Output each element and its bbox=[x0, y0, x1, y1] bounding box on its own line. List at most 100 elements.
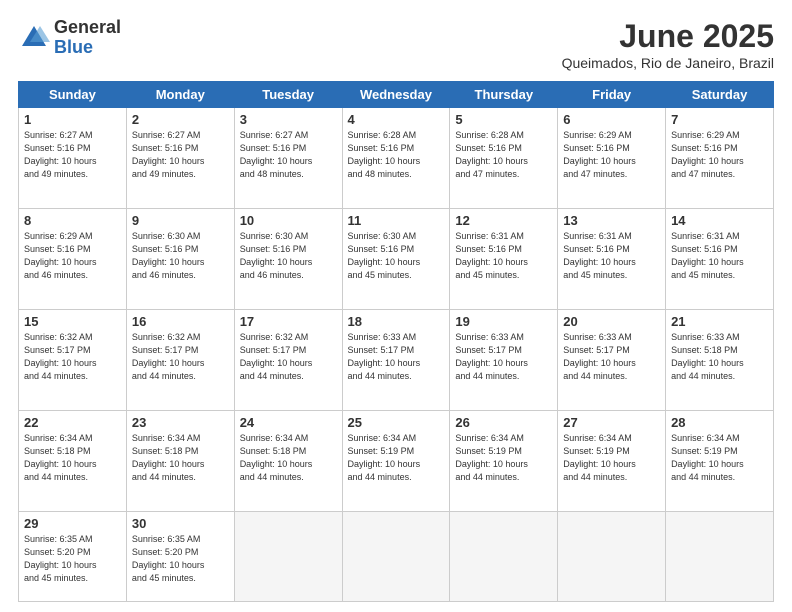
table-row: 4Sunrise: 6:28 AMSunset: 5:16 PMDaylight… bbox=[342, 108, 450, 209]
table-row: 6Sunrise: 6:29 AMSunset: 5:16 PMDaylight… bbox=[558, 108, 666, 209]
days-of-week-row: Sunday Monday Tuesday Wednesday Thursday… bbox=[19, 82, 774, 108]
day-info: Sunrise: 6:30 AMSunset: 5:16 PMDaylight:… bbox=[348, 231, 421, 280]
day-info: Sunrise: 6:31 AMSunset: 5:16 PMDaylight:… bbox=[563, 231, 636, 280]
table-row: 9 Sunrise: 6:30 AMSunset: 5:16 PMDaylight… bbox=[126, 209, 234, 310]
day-info: Sunrise: 6:34 AMSunset: 5:18 PMDaylight:… bbox=[240, 433, 313, 482]
col-tuesday: Tuesday bbox=[234, 82, 342, 108]
day-info: Sunrise: 6:29 AMSunset: 5:16 PMDaylight:… bbox=[671, 130, 744, 179]
day-number: 24 bbox=[240, 415, 337, 430]
table-row: 25 Sunrise: 6:34 AMSunset: 5:19 PMDayligh… bbox=[342, 411, 450, 512]
col-friday: Friday bbox=[558, 82, 666, 108]
logo-general: General bbox=[54, 18, 121, 38]
day-info: Sunrise: 6:32 AMSunset: 5:17 PMDaylight:… bbox=[132, 332, 205, 381]
table-row bbox=[666, 512, 774, 602]
col-sunday: Sunday bbox=[19, 82, 127, 108]
day-number: 13 bbox=[563, 213, 660, 228]
day-info: Sunrise: 6:31 AMSunset: 5:16 PMDaylight:… bbox=[455, 231, 528, 280]
day-info: Sunrise: 6:34 AMSunset: 5:19 PMDaylight:… bbox=[671, 433, 744, 482]
day-number: 5 bbox=[455, 112, 552, 127]
day-info: Sunrise: 6:29 AMSunset: 5:16 PMDaylight:… bbox=[24, 231, 97, 280]
day-info: Sunrise: 6:32 AMSunset: 5:17 PMDaylight:… bbox=[240, 332, 313, 381]
table-row: 26 Sunrise: 6:34 AMSunset: 5:19 PMDayligh… bbox=[450, 411, 558, 512]
table-row: 28 Sunrise: 6:34 AMSunset: 5:19 PMDayligh… bbox=[666, 411, 774, 512]
day-number: 18 bbox=[348, 314, 445, 329]
table-row: 3Sunrise: 6:27 AMSunset: 5:16 PMDaylight… bbox=[234, 108, 342, 209]
day-number: 16 bbox=[132, 314, 229, 329]
day-number: 3 bbox=[240, 112, 337, 127]
day-number: 26 bbox=[455, 415, 552, 430]
table-row: 30Sunrise: 6:35 AMSunset: 5:20 PMDayligh… bbox=[126, 512, 234, 602]
col-saturday: Saturday bbox=[666, 82, 774, 108]
day-info: Sunrise: 6:34 AMSunset: 5:19 PMDaylight:… bbox=[348, 433, 421, 482]
table-row: 20Sunrise: 6:33 AMSunset: 5:17 PMDayligh… bbox=[558, 310, 666, 411]
table-row: 15 Sunrise: 6:32 AMSunset: 5:17 PMDayligh… bbox=[19, 310, 127, 411]
table-row: 24 Sunrise: 6:34 AMSunset: 5:18 PMDayligh… bbox=[234, 411, 342, 512]
table-row: 21 Sunrise: 6:33 AMSunset: 5:18 PMDayligh… bbox=[666, 310, 774, 411]
table-row bbox=[234, 512, 342, 602]
day-number: 7 bbox=[671, 112, 768, 127]
page: General Blue June 2025 Queimados, Rio de… bbox=[0, 0, 792, 612]
day-info: Sunrise: 6:28 AMSunset: 5:16 PMDaylight:… bbox=[455, 130, 528, 179]
table-row: 14Sunrise: 6:31 AMSunset: 5:16 PMDayligh… bbox=[666, 209, 774, 310]
day-number: 28 bbox=[671, 415, 768, 430]
day-number: 30 bbox=[132, 516, 229, 531]
day-info: Sunrise: 6:27 AMSunset: 5:16 PMDaylight:… bbox=[132, 130, 205, 179]
table-row: 2 Sunrise: 6:27 AMSunset: 5:16 PMDaylight… bbox=[126, 108, 234, 209]
day-number: 14 bbox=[671, 213, 768, 228]
day-number: 15 bbox=[24, 314, 121, 329]
day-number: 8 bbox=[24, 213, 121, 228]
day-number: 25 bbox=[348, 415, 445, 430]
day-info: Sunrise: 6:33 AMSunset: 5:17 PMDaylight:… bbox=[348, 332, 421, 381]
location: Queimados, Rio de Janeiro, Brazil bbox=[562, 55, 774, 71]
table-row: 18 Sunrise: 6:33 AMSunset: 5:17 PMDayligh… bbox=[342, 310, 450, 411]
table-row: 10Sunrise: 6:30 AMSunset: 5:16 PMDayligh… bbox=[234, 209, 342, 310]
day-info: Sunrise: 6:34 AMSunset: 5:19 PMDaylight:… bbox=[455, 433, 528, 482]
table-row: 1Sunrise: 6:27 AMSunset: 5:16 PMDaylight… bbox=[19, 108, 127, 209]
table-row: 13 Sunrise: 6:31 AMSunset: 5:16 PMDayligh… bbox=[558, 209, 666, 310]
logo-blue: Blue bbox=[54, 38, 121, 58]
day-number: 19 bbox=[455, 314, 552, 329]
table-row: 7 Sunrise: 6:29 AMSunset: 5:16 PMDaylight… bbox=[666, 108, 774, 209]
col-thursday: Thursday bbox=[450, 82, 558, 108]
table-row: 23 Sunrise: 6:34 AMSunset: 5:18 PMDayligh… bbox=[126, 411, 234, 512]
day-info: Sunrise: 6:33 AMSunset: 5:17 PMDaylight:… bbox=[563, 332, 636, 381]
logo-icon bbox=[18, 22, 50, 54]
table-row: 29Sunrise: 6:35 AMSunset: 5:20 PMDayligh… bbox=[19, 512, 127, 602]
table-row: 19 Sunrise: 6:33 AMSunset: 5:17 PMDayligh… bbox=[450, 310, 558, 411]
day-number: 9 bbox=[132, 213, 229, 228]
day-number: 6 bbox=[563, 112, 660, 127]
day-info: Sunrise: 6:33 AMSunset: 5:18 PMDaylight:… bbox=[671, 332, 744, 381]
table-row: 16 Sunrise: 6:32 AMSunset: 5:17 PMDayligh… bbox=[126, 310, 234, 411]
calendar-body: 1 Sunrise: 6:27 AMSunset: 5:16 PMDaylight… bbox=[19, 108, 774, 602]
day-number: 27 bbox=[563, 415, 660, 430]
logo-text: General Blue bbox=[54, 18, 121, 58]
header: General Blue June 2025 Queimados, Rio de… bbox=[18, 18, 774, 71]
day-number: 23 bbox=[132, 415, 229, 430]
table-row: 5 Sunrise: 6:28 AMSunset: 5:16 PMDaylight… bbox=[450, 108, 558, 209]
table-row: 22 Sunrise: 6:34 AMSunset: 5:18 PMDayligh… bbox=[19, 411, 127, 512]
day-number: 2 bbox=[132, 112, 229, 127]
day-number: 17 bbox=[240, 314, 337, 329]
day-info: Sunrise: 6:30 AMSunset: 5:16 PMDaylight:… bbox=[132, 231, 205, 280]
month-title: June 2025 bbox=[562, 18, 774, 55]
table-row: 27 Sunrise: 6:34 AMSunset: 5:19 PMDayligh… bbox=[558, 411, 666, 512]
day-number: 10 bbox=[240, 213, 337, 228]
table-row: 8 Sunrise: 6:29 AMSunset: 5:16 PMDaylight… bbox=[19, 209, 127, 310]
day-info: Sunrise: 6:33 AMSunset: 5:17 PMDaylight:… bbox=[455, 332, 528, 381]
day-info: Sunrise: 6:34 AMSunset: 5:19 PMDaylight:… bbox=[563, 433, 636, 482]
day-info: Sunrise: 6:34 AMSunset: 5:18 PMDaylight:… bbox=[132, 433, 205, 482]
table-row bbox=[558, 512, 666, 602]
day-info: Sunrise: 6:32 AMSunset: 5:17 PMDaylight:… bbox=[24, 332, 97, 381]
day-number: 4 bbox=[348, 112, 445, 127]
col-wednesday: Wednesday bbox=[342, 82, 450, 108]
table-row: 17 Sunrise: 6:32 AMSunset: 5:17 PMDayligh… bbox=[234, 310, 342, 411]
day-number: 1 bbox=[24, 112, 121, 127]
day-number: 21 bbox=[671, 314, 768, 329]
table-row bbox=[450, 512, 558, 602]
day-number: 11 bbox=[348, 213, 445, 228]
col-monday: Monday bbox=[126, 82, 234, 108]
day-info: Sunrise: 6:34 AMSunset: 5:18 PMDaylight:… bbox=[24, 433, 97, 482]
calendar-header: Sunday Monday Tuesday Wednesday Thursday… bbox=[19, 82, 774, 108]
day-number: 22 bbox=[24, 415, 121, 430]
table-row: 11 Sunrise: 6:30 AMSunset: 5:16 PMDayligh… bbox=[342, 209, 450, 310]
